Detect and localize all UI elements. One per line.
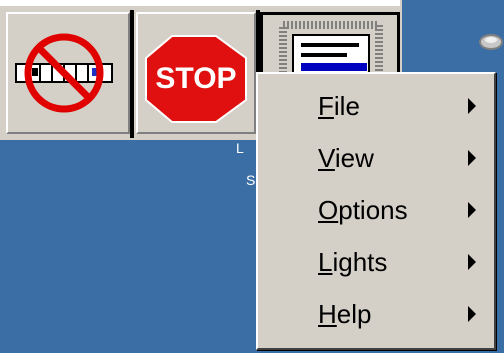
menu-item-label: View (318, 143, 374, 173)
submenu-arrow-icon (468, 254, 476, 270)
menu-item-help[interactable]: Help (262, 288, 490, 340)
submenu-arrow-icon (468, 306, 476, 322)
menu-item-view[interactable]: View (262, 132, 490, 184)
menu-item-label: File (318, 91, 360, 121)
menu-item-lights[interactable]: Lights (262, 236, 490, 288)
desktop-text-fragment: L (236, 140, 244, 156)
submenu-arrow-icon (468, 98, 476, 114)
context-menu: File View Options Lights Help (256, 72, 496, 350)
menu-item-file[interactable]: File (262, 80, 490, 132)
stop-sign-icon: STOP (145, 35, 247, 123)
menu-item-options[interactable]: Options (262, 184, 490, 236)
network-icon[interactable] (478, 30, 504, 56)
menu-item-label: Lights (318, 247, 388, 277)
menu-item-label: Options (318, 195, 408, 225)
stop-label: STOP (155, 62, 236, 95)
submenu-arrow-icon (468, 202, 476, 218)
stop-button[interactable]: STOP (136, 12, 256, 134)
toolbar-separator (130, 10, 134, 138)
no-entry-strip-icon (15, 33, 113, 113)
desktop-text-fragment: S (246, 172, 256, 188)
no-strip-button[interactable] (6, 12, 130, 134)
submenu-arrow-icon (468, 150, 476, 166)
toolbar-top-edge (0, 0, 400, 6)
menu-item-label: Help (318, 299, 372, 329)
